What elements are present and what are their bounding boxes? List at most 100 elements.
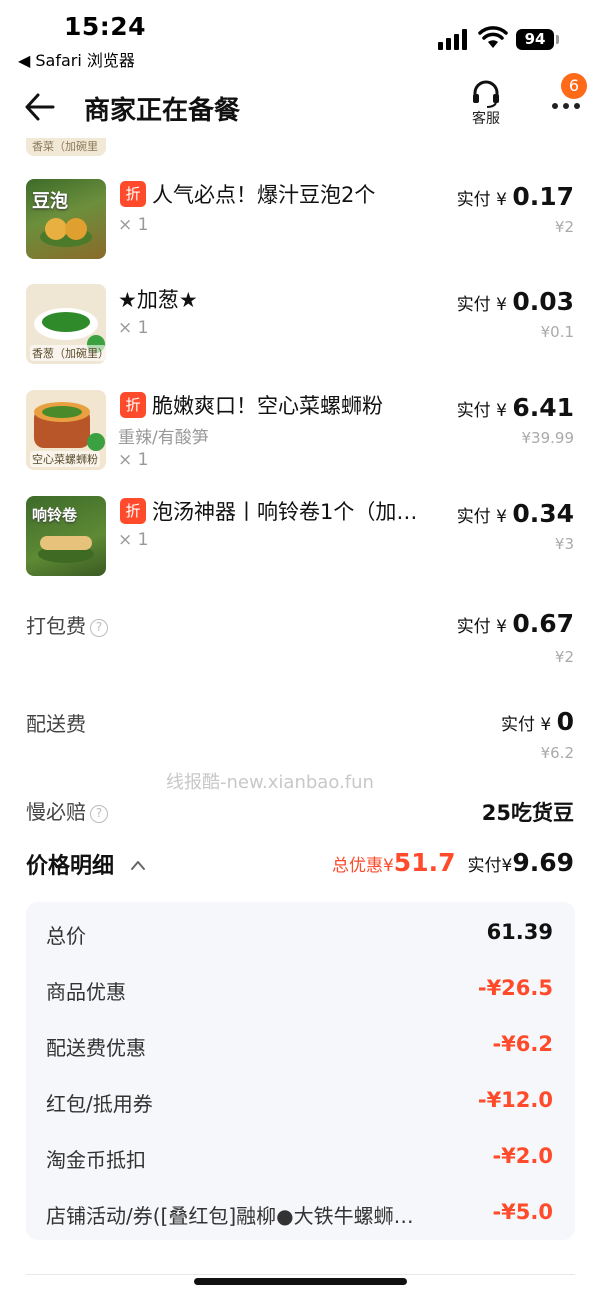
packing-fee-label: 打包费 (26, 614, 86, 638)
paid-amount: 0 (556, 707, 574, 736)
paid-amount: 0.03 (512, 287, 574, 316)
paid-label: 实付 ¥ (456, 507, 513, 527)
paid-amount: 6.41 (512, 393, 574, 422)
item-paid: 实付 ¥ 0.03 (457, 287, 574, 316)
item-original-price: ¥39.99 (521, 429, 575, 447)
item-paid: 实付 ¥ 0.34 (457, 499, 574, 528)
slow-compensation-label: 慢必赔 (26, 800, 86, 824)
breakdown-label: 配送费优惠 (46, 1036, 146, 1060)
battery-icon: 94 (516, 29, 554, 50)
order-item[interactable]: 响铃卷 折 泡汤神器丨响铃卷1个（加… × 1 实付 ¥ 0.34 ¥3 (0, 496, 600, 596)
breakdown-label: 总价 (46, 924, 86, 948)
order-item[interactable]: 空心菜螺蛳粉 折 脆嫩爽口！空心菜螺蛳粉 重辣/有酸笋 × 1 实付 ¥ 6.4… (0, 390, 600, 490)
packing-fee-paid: 实付 ¥ 0.67 (457, 609, 574, 638)
status-bar: 15:24 ◀ Safari 浏览器 94 (0, 0, 600, 70)
chevron-up-icon[interactable] (130, 856, 146, 870)
page-title: 商家正在备餐 (84, 96, 241, 126)
customer-service-button[interactable]: 客服 (466, 80, 506, 128)
headset-icon (473, 80, 499, 108)
item-thumbnail: 空心菜螺蛳粉 (26, 390, 106, 470)
paid-label: 实付 ¥ (456, 190, 513, 210)
slow-compensation-value: 25吃货豆 (481, 801, 574, 825)
item-thumbnail: 豆泡 (26, 179, 106, 259)
item-quantity: × 1 (118, 318, 149, 338)
breakdown-value: -¥12.0 (477, 1088, 553, 1112)
order-item[interactable]: 豆泡 折 人气必点！爆汁豆泡2个 × 1 实付 ¥ 0.17 ¥2 (0, 179, 600, 279)
breakdown-row: 淘金币抵扣 -¥2.0 (26, 1136, 575, 1176)
item-original-price: ¥0.1 (540, 323, 574, 341)
watermark: 线报酷-new.xianbao.fun (166, 772, 374, 793)
packing-fee-row: 打包费? (26, 610, 108, 639)
paid-amount: 0.67 (512, 609, 574, 638)
breakdown-value: 61.39 (486, 920, 553, 944)
wifi-icon (478, 26, 508, 50)
breakdown-label: 红包/抵用券 (46, 1092, 153, 1116)
discount-tag: 折 (120, 181, 146, 207)
partial-item-thumbnail: 香菜（加碗里 (26, 138, 106, 156)
packing-fee-original: ¥2 (554, 648, 574, 666)
item-name: ★加葱★ (118, 288, 198, 312)
item-quantity: × 1 (118, 530, 149, 550)
help-icon[interactable]: ? (90, 619, 108, 637)
item-name: 人气必点！爆汁豆泡2个 (152, 183, 376, 207)
paid-label: 实付 ¥ (456, 295, 513, 315)
item-paid: 实付 ¥ 6.41 (457, 393, 574, 422)
paid-label: 实付 ¥ (500, 715, 557, 735)
item-thumbnail: 响铃卷 (26, 496, 106, 576)
total-paid-label: 实付¥ (467, 856, 513, 876)
delivery-fee-paid: 实付 ¥ 0 (501, 707, 574, 736)
breakdown-label: 商品优惠 (46, 980, 126, 1004)
nav-bar: 商家正在备餐 客服 (0, 70, 600, 140)
discount-tag: 折 (120, 392, 146, 418)
paid-amount: 0.34 (512, 499, 574, 528)
delivery-fee-label: 配送费 (26, 712, 86, 736)
breakdown-row: 店铺活动/券([叠红包]融柳●大铁牛螺蛳… -¥5.0 (26, 1192, 575, 1232)
partial-item-caption: 香菜（加碗里 (32, 140, 98, 153)
home-indicator[interactable] (194, 1278, 407, 1285)
total-paid-value: 9.69 (512, 848, 574, 877)
status-time: 15:24 (64, 12, 147, 41)
item-name: 泡汤神器丨响铃卷1个（加… (152, 500, 418, 524)
breakdown-value: -¥26.5 (477, 976, 553, 1000)
notification-badge: 6 (561, 73, 587, 99)
customer-service-label: 客服 (472, 111, 500, 127)
cellular-signal-icon (438, 28, 468, 50)
total-discount-label: 总优惠¥ (331, 856, 394, 876)
breakdown-value: -¥6.2 (492, 1032, 553, 1056)
delivery-fee-original: ¥6.2 (540, 744, 574, 762)
battery-tip (556, 35, 559, 44)
back-arrow-icon[interactable] (24, 92, 56, 122)
paid-label: 实付 ¥ (456, 401, 513, 421)
paid-label: 实付 ¥ (456, 617, 513, 637)
item-original-price: ¥3 (554, 535, 574, 553)
divider (26, 1274, 575, 1275)
item-name: 脆嫩爽口！空心菜螺蛳粉 (152, 394, 383, 418)
item-thumbnail: 香葱（加碗里） (26, 284, 106, 364)
total-discount-value: 51.7 (393, 848, 456, 877)
back-to-safari-link[interactable]: ◀ Safari 浏览器 (18, 47, 135, 71)
item-original-price: ¥2 (554, 218, 574, 236)
breakdown-value: -¥2.0 (492, 1144, 553, 1168)
breakdown-row: 总价 61.39 (26, 912, 575, 952)
help-icon[interactable]: ? (90, 805, 108, 823)
breakdown-value: -¥5.0 (492, 1200, 553, 1224)
breakdown-label: 淘金币抵扣 (46, 1148, 146, 1172)
breakdown-label: 店铺活动/券([叠红包]融柳●大铁牛螺蛳… (46, 1204, 414, 1228)
breakdown-row: 红包/抵用券 -¥12.0 (26, 1080, 575, 1120)
thumb-caption: 空心菜螺蛳粉 (30, 451, 100, 467)
item-quantity: × 1 (118, 450, 149, 470)
more-menu-icon[interactable] (552, 103, 582, 113)
item-spec: 重辣/有酸笋 (118, 428, 209, 448)
order-item[interactable]: 香葱（加碗里） ★加葱★ × 1 实付 ¥ 0.03 ¥0.1 (0, 284, 600, 384)
price-breakdown-panel: 总价 61.39 商品优惠 -¥26.5 配送费优惠 -¥6.2 红包/抵用券 … (26, 902, 575, 1240)
price-summary: 总优惠¥51.7 实付¥9.69 (332, 848, 574, 877)
slow-compensation-row: 慢必赔? (26, 796, 108, 825)
item-paid: 实付 ¥ 0.17 (457, 182, 574, 211)
breakdown-row: 商品优惠 -¥26.5 (26, 968, 575, 1008)
thumb-caption: 香葱（加碗里） (30, 345, 106, 361)
paid-amount: 0.17 (512, 182, 574, 211)
item-quantity: × 1 (118, 215, 149, 235)
breakdown-row: 配送费优惠 -¥6.2 (26, 1024, 575, 1064)
discount-tag: 折 (120, 498, 146, 524)
price-detail-title[interactable]: 价格明细 (26, 848, 114, 880)
